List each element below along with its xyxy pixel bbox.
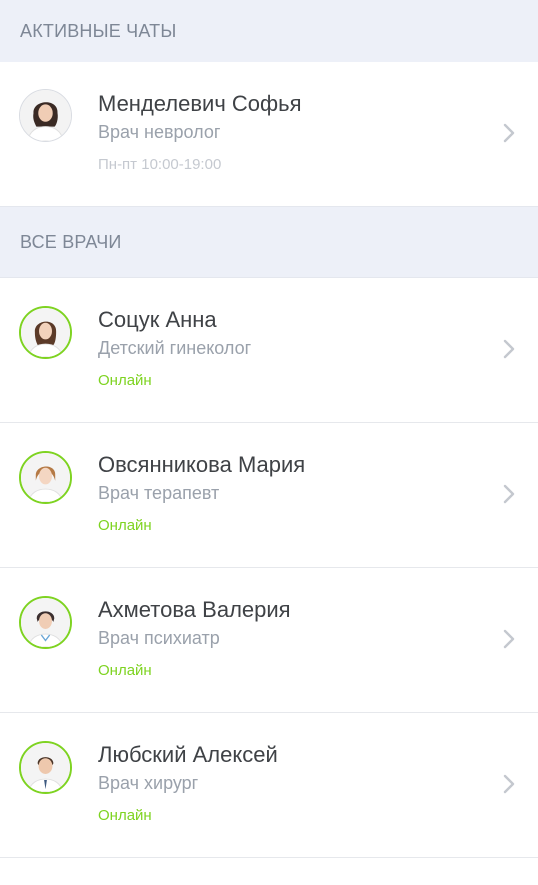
doctor-role: Врач психиатр	[98, 628, 220, 648]
doctor-row[interactable]: Соцук Анна Детский гинеколог Онлайн	[0, 278, 538, 423]
chevron-right-icon	[503, 629, 515, 649]
doctor-photo-icon	[21, 453, 70, 502]
doctor-row[interactable]: Любский Алексей Врач хирург Онлайн	[0, 713, 538, 858]
doctor-avatar	[19, 741, 72, 794]
online-status: Онлайн	[98, 372, 152, 389]
doctor-avatar	[19, 451, 72, 504]
doctor-role: Врач терапевт	[98, 483, 220, 503]
working-hours: Пн-пт 10:00-19:00	[98, 156, 222, 173]
doctor-avatar	[19, 596, 72, 649]
doctor-name: Менделевич Софья	[98, 91, 302, 116]
chevron-right-icon	[503, 774, 515, 794]
doctor-avatar	[19, 89, 72, 142]
doctor-photo-icon	[21, 743, 70, 792]
doctor-name: Любский Алексей	[98, 742, 278, 767]
doctor-role: Детский гинеколог	[98, 338, 252, 358]
section-header-active-chats: АКТИВНЫЕ ЧАТЫ	[0, 0, 538, 62]
doctor-avatar	[19, 306, 72, 359]
doctor-row[interactable]: Овсянникова Мария Врач терапевт Онлайн	[0, 423, 538, 568]
doctor-name: Ахметова Валерия	[98, 597, 291, 622]
active-chat-row[interactable]: Менделевич Софья Врач невролог Пн-пт 10:…	[0, 62, 538, 206]
chevron-right-icon	[503, 484, 515, 504]
online-status: Онлайн	[98, 807, 152, 824]
online-status: Онлайн	[98, 662, 152, 679]
section-header-all-doctors: ВСЕ ВРАЧИ	[0, 206, 538, 278]
chevron-right-icon	[503, 123, 515, 143]
doctor-name: Соцук Анна	[98, 307, 217, 332]
doctor-row[interactable]: Ахметова Валерия Врач психиатр Онлайн	[0, 568, 538, 713]
doctor-name: Овсянникова Мария	[98, 452, 306, 477]
doctor-role: Врач хирург	[98, 773, 199, 793]
chevron-right-icon	[503, 339, 515, 359]
online-status: Онлайн	[98, 517, 152, 534]
doctor-photo-icon	[21, 598, 70, 647]
doctor-photo-icon	[20, 90, 71, 141]
doctor-role: Врач невролог	[98, 122, 221, 142]
doctor-photo-icon	[21, 308, 70, 357]
